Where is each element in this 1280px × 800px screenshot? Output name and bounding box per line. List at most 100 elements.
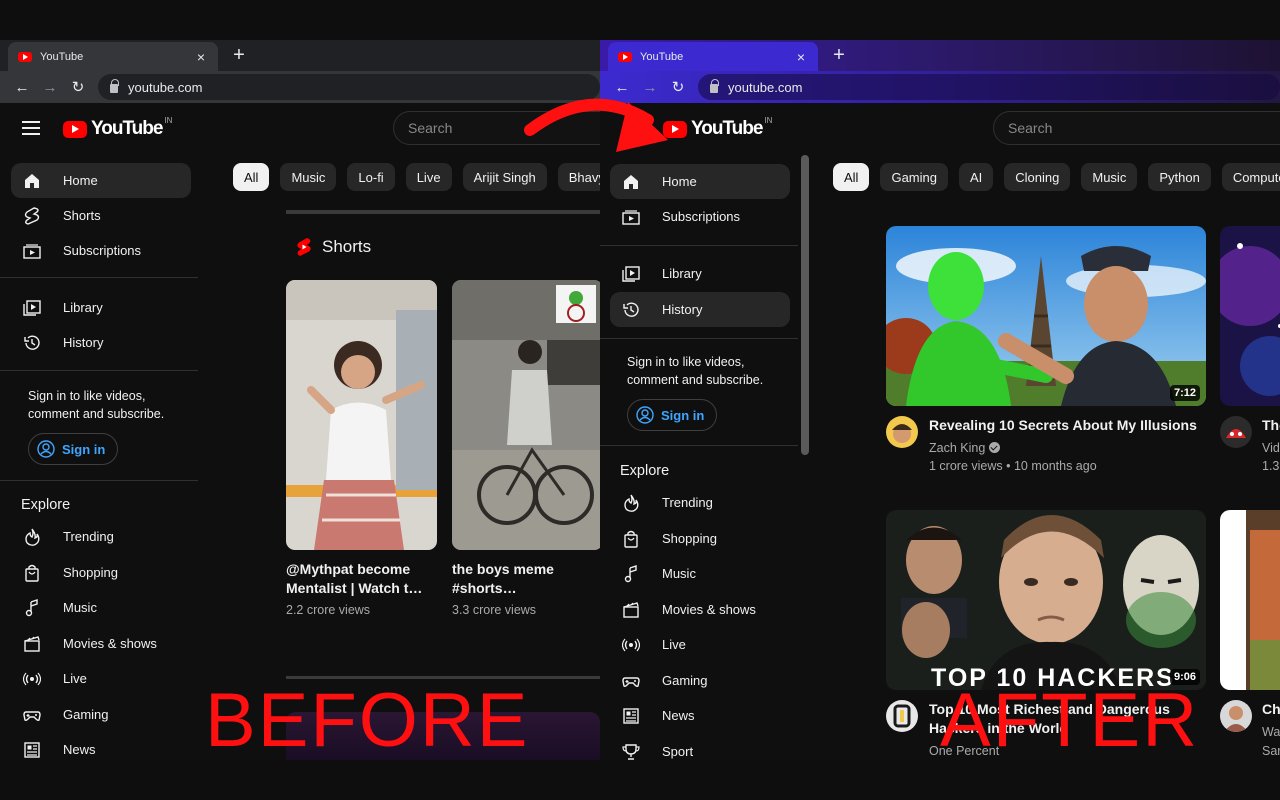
chip-music[interactable]: Music	[1081, 163, 1138, 191]
explore-heading: Explore	[620, 463, 670, 479]
history-icon	[23, 334, 41, 352]
sign-in-button[interactable]: Sign in	[28, 433, 118, 465]
curved-arrow-icon	[524, 98, 668, 152]
guide-item-live[interactable]: Live	[610, 627, 790, 662]
short-thumbnail[interactable]	[452, 280, 600, 550]
chip-music[interactable]: Music	[280, 163, 337, 191]
youtube-favicon-icon	[618, 51, 632, 62]
guide-item-trending[interactable]: Trending	[610, 485, 790, 520]
channel-name[interactable]: Vid	[1262, 439, 1280, 457]
video-meta: 1 crore views • 10 months ago	[929, 459, 1097, 473]
after-pane: YouTube × + ← → ↻ youtube.com YouTube IN…	[600, 40, 1280, 760]
guide-item-subscriptions[interactable]: Subscriptions	[610, 199, 790, 234]
chip-cloning[interactable]: Cloning	[1004, 163, 1071, 191]
forward-button[interactable]: →	[36, 73, 64, 101]
short-thumbnail[interactable]	[286, 280, 437, 550]
chip-lo-fi[interactable]: Lo-fi	[347, 163, 395, 191]
channel-name[interactable]: Sar	[1262, 742, 1280, 760]
tab-strip: YouTube × +	[0, 40, 600, 71]
url-field[interactable]: youtube.com	[698, 74, 1280, 100]
before-caption: BEFORE	[205, 678, 530, 763]
home-icon	[23, 172, 41, 190]
chip-ai[interactable]: AI	[958, 163, 994, 191]
short-views: 3.3 crore views	[452, 603, 537, 617]
youtube-play-icon	[63, 120, 87, 138]
guide-scrollbar[interactable]	[801, 155, 809, 455]
guide-separator	[0, 277, 198, 278]
address-bar: ← → ↻ youtube.com	[0, 71, 600, 103]
channel-avatar[interactable]	[1220, 416, 1252, 448]
chip-all[interactable]: All	[833, 163, 870, 191]
guide-item-news[interactable]: News	[11, 732, 191, 760]
reload-button[interactable]: ↻	[64, 73, 92, 101]
guide-item-history[interactable]: History	[610, 292, 790, 327]
video-thumbnail[interactable]: 7:12	[886, 226, 1206, 406]
section-divider	[286, 210, 600, 214]
address-bar: ← → ↻ youtube.com	[600, 71, 1280, 103]
shopping-icon	[622, 530, 640, 548]
menu-icon[interactable]	[22, 121, 40, 135]
video-title[interactable]: The	[1262, 416, 1280, 435]
tab-close-icon[interactable]: ×	[194, 49, 208, 65]
browser-tab[interactable]: YouTube ×	[608, 42, 818, 71]
guide-item-movies-shows[interactable]: Movies & shows	[11, 626, 191, 661]
video-thumbnail-partial[interactable]	[1220, 226, 1280, 406]
short-title[interactable]: the boys meme #shorts…	[452, 560, 600, 598]
movies-icon	[622, 601, 640, 619]
short-views: 2.2 crore views	[286, 603, 371, 617]
chip-gaming[interactable]: Gaming	[880, 163, 948, 191]
tab-close-icon[interactable]: ×	[794, 49, 808, 65]
subscriptions-icon	[622, 208, 640, 226]
guide-item-music[interactable]: Music	[610, 556, 790, 591]
guide-item-home[interactable]: Home	[11, 163, 191, 198]
home-icon	[622, 173, 640, 191]
back-button[interactable]: ←	[8, 73, 36, 101]
trending-icon	[622, 494, 640, 512]
sign-in-button[interactable]: Sign in	[627, 399, 717, 431]
video-title[interactable]: Revealing 10 Secrets About My Illusions	[929, 416, 1199, 435]
guide-item-news[interactable]: News	[610, 698, 790, 733]
guide-item-music[interactable]: Music	[11, 590, 191, 625]
account-icon	[636, 406, 654, 424]
guide-item-shopping[interactable]: Shopping	[11, 555, 191, 590]
youtube-logo[interactable]: YouTube IN	[63, 116, 172, 140]
channel-name[interactable]: Zach King	[929, 439, 1001, 457]
guide-item-sport[interactable]: Sport	[610, 734, 790, 761]
guide-item-movies-shows[interactable]: Movies & shows	[610, 592, 790, 627]
guide-item-trending[interactable]: Trending	[11, 519, 191, 554]
new-tab-button[interactable]: +	[229, 44, 249, 66]
verified-icon	[989, 442, 1001, 453]
tab-title: YouTube	[40, 50, 84, 63]
browser-tab[interactable]: YouTube ×	[8, 42, 218, 71]
video-thumbnail-partial[interactable]	[1220, 510, 1280, 690]
new-tab-button[interactable]: +	[829, 44, 849, 66]
chip-python[interactable]: Python	[1148, 163, 1211, 191]
chip-all[interactable]: All	[233, 163, 270, 191]
search-placeholder: Search	[408, 120, 453, 136]
guide-item-gaming[interactable]: Gaming	[11, 697, 191, 732]
short-title[interactable]: @Mythpat become Mentalist | Watch t…	[286, 560, 436, 598]
sign-in-label: Sign in	[62, 441, 106, 457]
url-text: youtube.com	[728, 79, 803, 95]
guide-separator	[0, 480, 198, 481]
channel-avatar[interactable]	[886, 700, 918, 732]
movies-icon	[23, 635, 41, 653]
guide-item-subscriptions[interactable]: Subscriptions	[11, 233, 191, 268]
guide-item-shopping[interactable]: Shopping	[610, 521, 790, 556]
chip-live[interactable]: Live	[405, 163, 452, 191]
channel-avatar[interactable]	[1220, 700, 1252, 732]
signin-prompt: Sign in to like videos, comment and subs…	[28, 389, 165, 421]
guide-item-gaming[interactable]: Gaming	[610, 663, 790, 698]
guide-item-live[interactable]: Live	[11, 661, 191, 696]
chip-computer[interactable]: Computer	[1221, 163, 1280, 191]
guide-item-library[interactable]: Library	[11, 290, 191, 325]
search-input[interactable]: Search	[993, 111, 1280, 145]
guide-item-history[interactable]: History	[11, 325, 191, 360]
channel-avatar[interactable]	[886, 416, 918, 448]
guide-item-shorts[interactable]: Shorts	[11, 198, 191, 233]
video-title[interactable]: Ch	[1262, 700, 1280, 719]
shopping-icon	[23, 564, 41, 582]
video-thumbnail[interactable]: TOP 10 HACKERS 9:06	[886, 510, 1206, 690]
chip-bar: All Gaming AI Cloning Music Python Computer	[833, 163, 1280, 191]
guide-item-library[interactable]: Library	[610, 256, 790, 291]
